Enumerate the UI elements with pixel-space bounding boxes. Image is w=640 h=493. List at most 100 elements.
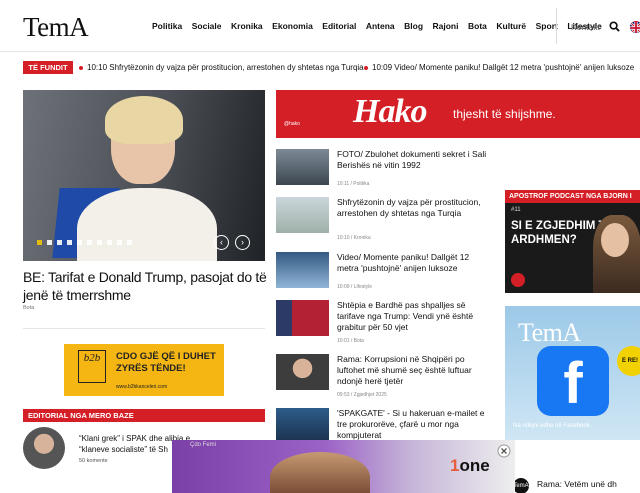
nav-item[interactable]: Kronika [231,21,263,31]
list-item[interactable]: TemA Rama: Vetëm unë dh [505,476,640,493]
slider-dot[interactable] [47,240,52,245]
list-item[interactable]: Video/ Momente paniku! Dallgët 12 metra … [276,252,486,292]
language-flag-icon[interactable] [630,21,640,33]
podcast-section-badge[interactable]: APOSTROF PODCAST NGA BJORN I [505,190,640,203]
hako-handle: @hako [284,121,300,127]
list-item[interactable]: Shtëpia e Bardhë pas shpalljes së tarifa… [276,300,486,346]
list-item[interactable]: Rama: Korrupsioni në Shqipëri po luftohe… [276,354,486,400]
promo-brand-logo: TemA [518,318,581,347]
article-thumbnail[interactable] [276,197,329,233]
contact-link[interactable]: Kontakt [571,22,600,32]
nav-item[interactable]: Sport [536,21,558,31]
close-icon[interactable] [497,444,511,458]
comments-count[interactable]: 50 komente [79,458,108,464]
search-icon[interactable] [609,21,620,32]
hako-ad-banner[interactable]: Hako thjesht të shijshme. @hako [276,90,640,138]
bullet-icon [364,65,368,70]
one-logo-text: one [459,456,490,475]
article-thumbnail[interactable] [276,354,329,390]
slider-prev-button[interactable]: ‹ [214,235,229,250]
article-thumbnail[interactable] [276,300,329,336]
article-meta: 10:01 / Bota [337,338,364,344]
slider-dot[interactable] [87,240,92,245]
site-header: TemA Politika Sociale Kronika Ekonomia E… [0,0,640,52]
article-title[interactable]: 'SPAKGATE' - Si u hakeruan e-mailet e tr… [337,408,487,441]
nav-item[interactable]: Rajoni [433,21,459,31]
b2b-logo: b2b [78,350,106,383]
slider-dot[interactable] [57,240,62,245]
nav-item[interactable]: Blog [404,21,423,31]
ad-label: Çdo Femi [190,442,217,448]
slider-dot[interactable] [107,240,112,245]
ticker-time: 10:10 [87,63,108,72]
nav-item[interactable]: Politika [152,21,182,31]
site-logo[interactable]: TemA [23,12,89,43]
slider-dot[interactable] [67,240,72,245]
facebook-icon: f [537,346,609,416]
slider-next-button[interactable]: › [235,235,250,250]
hako-logo: Hako [353,93,427,130]
brand-logo: TemA [513,478,529,493]
hero-slider[interactable]: ‹ › [23,90,265,261]
nav-item[interactable]: Antena [366,21,395,31]
hero-person-body [77,188,217,261]
nav-item[interactable]: Kulturë [496,21,526,31]
latest-news-badge: TË FUNDIT [23,61,73,74]
article-meta: 10:10 / Kronika [337,235,371,241]
article-meta: 10:11 / Politika [337,181,370,187]
article-meta: 09:53 / Zgjedhjet 2025 [337,392,387,398]
nav-item[interactable]: Ekonomia [272,21,313,31]
article-title[interactable]: Rama: Vetëm unë dh [537,479,617,489]
article-title[interactable]: FOTO/ Zbulohet dokumenti sekret i Sali B… [337,149,487,171]
hero-category[interactable]: Bota [23,305,34,311]
slider-dot[interactable] [77,240,82,245]
author-avatar[interactable] [23,427,65,469]
ticker-time: 10:09 [372,63,393,72]
one-logo: 1one [450,456,490,476]
article-title[interactable]: Video/ Momente paniku! Dallgët 12 metra … [337,252,487,274]
slider-dot[interactable] [127,240,132,245]
article-title[interactable]: Shfrytëzonin dy vajza për prostitucion, … [337,197,487,219]
ticker-text[interactable]: Video/ Momente paniku! Dallgët 12 metra … [394,63,634,72]
ticker-item[interactable]: 10:10 Shfrytëzonin dy vajza për prostitu… [79,63,364,72]
b2b-ad-text: CDO GJË QË I DUHET ZYRËS TËNDE! [116,351,216,375]
nav-item[interactable]: Bota [468,21,487,31]
podcast-episode-number: #11 [511,207,521,213]
article-thumbnail[interactable] [276,408,329,444]
slider-dot[interactable] [97,240,102,245]
bullet-icon [79,65,83,70]
nav-item[interactable]: Sociale [192,21,222,31]
ad-people-image [270,452,370,493]
slider-dot[interactable] [117,240,122,245]
b2b-ad-banner[interactable]: b2b CDO GJË QË I DUHET ZYRËS TËNDE! www.… [64,344,224,396]
slider-dot[interactable] [37,240,42,245]
list-item[interactable]: 'SPAKGATE' - Si u hakeruan e-mailet e tr… [276,408,487,444]
nav-item[interactable]: Editorial [322,21,356,31]
article-title[interactable]: Shtëpia e Bardhë pas shpalljes së tarifa… [337,300,487,333]
podcast-logo-icon [511,273,525,287]
ticker-item[interactable]: 10:09 Video/ Momente paniku! Dallgët 12 … [364,63,634,72]
header-divider [556,8,557,44]
one-ad-banner[interactable]: Çdo Femi 1one [172,440,515,493]
ticker-text[interactable]: Shfrytëzonin dy vajza për prostitucion, … [109,63,363,72]
article-title[interactable]: Rama: Korrupsioni në Shqipëri po luftohe… [337,354,487,387]
list-item[interactable]: Shfrytëzonin dy vajza për prostitucion, … [276,197,486,245]
hero-person-hair [105,96,183,144]
b2b-line-2: ZYRËS TËNDE! [116,363,186,374]
main-nav: Politika Sociale Kronika Ekonomia Editor… [152,21,611,31]
podcast-banner[interactable]: #11 SI E ZGJEDHIM TË ARDHMEN? [505,203,640,293]
hero-headline[interactable]: BE: Tarifat e Donald Trump, pasojat do t… [23,268,268,304]
b2b-url: www.b2bkanceleri.com [116,384,168,390]
article-thumbnail[interactable] [276,149,329,185]
slider-pagination [37,240,132,245]
new-badge: E RE! [617,346,640,376]
facebook-promo-banner[interactable]: TemA f E RE! Na ndiqni edhe në Facebook. [505,306,640,440]
divider [23,328,265,329]
hako-slogan: thjesht të shijshme. [453,107,556,121]
article-thumbnail[interactable] [276,252,329,288]
editorial-section-badge[interactable]: EDITORIAL NGA MERO BAZE [23,409,265,422]
promo-caption: Na ndiqni edhe në Facebook. [513,423,592,429]
article-meta: 10:09 / Lifestyle [337,284,373,290]
list-item[interactable]: FOTO/ Zbulohet dokumenti sekret i Sali B… [276,149,486,189]
podcast-host-face [601,223,629,257]
